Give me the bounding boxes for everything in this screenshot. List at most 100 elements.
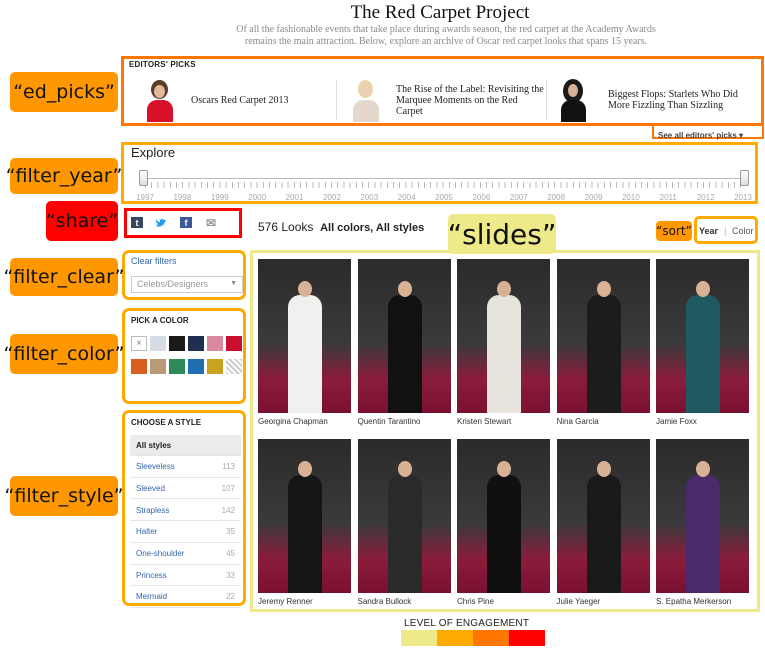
pick-label: Biggest Flops: Starlets Who Did More Fiz…	[608, 89, 738, 111]
style-option[interactable]: Sleeved 107	[130, 478, 241, 500]
slide-card[interactable]: Jeremy Renner	[258, 439, 351, 606]
pick-thumbnail	[145, 78, 175, 122]
timeline-start-handle[interactable]	[139, 170, 148, 186]
style-option-count: 35	[226, 527, 235, 537]
editors-pick-item[interactable]: Oscars Red Carpet 2013	[145, 78, 288, 122]
annotation-filter-style: “filter_style”	[5, 476, 123, 516]
slide-card[interactable]: Jamie Foxx	[656, 259, 749, 426]
annotation-slides: “slides”	[448, 214, 556, 254]
style-option[interactable]: Strapless 142	[130, 500, 241, 522]
timeline-year-label: 2006	[472, 193, 491, 202]
slide-photo	[656, 259, 749, 413]
color-swatch[interactable]	[188, 359, 204, 374]
color-swatch[interactable]: ×	[131, 336, 147, 351]
see-all-editors-picks-link[interactable]: See all editors' picks ▾	[658, 131, 743, 140]
slide-photo	[457, 439, 550, 593]
style-option[interactable]: All styles	[130, 435, 241, 456]
style-option[interactable]: Princess 33	[130, 565, 241, 587]
page-title: The Red Carpet Project	[350, 2, 530, 23]
style-option-label: Princess	[136, 570, 167, 580]
clear-filters-link[interactable]: Clear filters	[131, 256, 177, 266]
style-option[interactable]: One-shoulder 45	[130, 544, 241, 565]
color-swatch[interactable]	[226, 359, 242, 374]
color-swatch[interactable]	[131, 359, 147, 374]
style-option[interactable]: Halter 35	[130, 522, 241, 543]
slide-figure-head	[497, 281, 511, 297]
timeline-year-label: 2009	[584, 193, 603, 202]
slide-card[interactable]: Georgina Chapman	[258, 259, 351, 426]
color-swatch[interactable]	[188, 336, 204, 351]
twitter-icon[interactable]	[155, 217, 167, 228]
slide-card[interactable]: Nina Garcia	[556, 259, 650, 426]
email-icon[interactable]: ✉	[205, 216, 217, 230]
slide-photo	[357, 439, 451, 593]
timeline-year-label: 1999	[210, 193, 229, 202]
slide-figure-head	[696, 461, 710, 477]
slide-caption: Nina Garcia	[556, 417, 599, 426]
timeline-year-label: 2013	[734, 193, 752, 202]
slide-photo	[656, 439, 749, 593]
timeline-year-label: 2002	[322, 193, 341, 202]
timeline-year-label: 2011	[659, 193, 677, 202]
legend-swatch	[401, 630, 437, 646]
slide-figure	[288, 475, 322, 593]
sort-year-option[interactable]: Year	[699, 226, 718, 236]
style-option-label: One-shoulder	[136, 549, 185, 558]
slide-figure	[586, 475, 621, 593]
timeline-track	[145, 178, 743, 179]
slide-figure-head	[696, 281, 710, 297]
timeline-year-label: 1998	[173, 193, 192, 202]
timeline-year-label: 2005	[435, 193, 453, 202]
color-swatch[interactable]	[150, 336, 166, 351]
timeline-year-label: 2003	[360, 193, 379, 202]
slide-figure	[387, 295, 422, 413]
annotation-ed-picks: “ed_picks”	[10, 72, 118, 112]
color-swatch[interactable]	[207, 359, 223, 374]
timeline-end-handle[interactable]	[740, 170, 749, 186]
sort-separator: |	[724, 226, 727, 236]
slide-card[interactable]: Kristen Stewart	[457, 259, 550, 426]
slide-card[interactable]: Sandra Bullock	[357, 439, 451, 606]
pick-thumbnail	[558, 78, 588, 122]
slide-figure-head	[596, 281, 611, 297]
slide-figure-head	[298, 461, 312, 477]
color-swatch[interactable]	[226, 336, 242, 351]
slide-card[interactable]: Quentin Tarantino	[357, 259, 451, 426]
slide-caption: S. Epatha Merkerson	[656, 597, 732, 606]
style-option-label: Strapless	[136, 505, 170, 515]
slide-caption: Quentin Tarantino	[357, 417, 421, 426]
timeline-year-label: 2012	[696, 193, 715, 202]
editors-pick-item[interactable]: Biggest Flops: Starlets Who Did More Fiz…	[558, 78, 748, 122]
editors-pick-item[interactable]: The Rise of the Label: Revisiting the Ma…	[350, 78, 546, 122]
slide-card[interactable]: Julie Yaeger	[556, 439, 650, 606]
slide-card[interactable]: Chris Pine	[457, 439, 550, 606]
color-swatch[interactable]	[169, 336, 185, 351]
slide-figure	[686, 295, 720, 413]
style-option[interactable]: Mermaid 22	[130, 587, 241, 608]
chevron-down-icon: ▼	[230, 280, 237, 287]
slide-caption: Jamie Foxx	[656, 417, 697, 426]
slide-photo	[357, 259, 451, 413]
sort-color-option[interactable]: Color	[732, 226, 754, 236]
slide-caption: Chris Pine	[457, 597, 494, 606]
results-filters: All colors, All styles	[320, 222, 425, 234]
color-swatch[interactable]	[150, 359, 166, 374]
celebs-designers-select[interactable]: Celebs/Designers ▼	[131, 276, 243, 293]
slide-card[interactable]: S. Epatha Merkerson	[656, 439, 749, 606]
slide-photo	[556, 259, 650, 413]
slide-caption: Jeremy Renner	[258, 597, 313, 606]
choose-style-heading: CHOOSE A STYLE	[131, 418, 202, 427]
tumblr-icon[interactable]: t	[131, 217, 143, 228]
slide-figure-head	[397, 461, 412, 477]
slide-figure-head	[397, 281, 412, 297]
annotation-sort: “sort”	[656, 221, 692, 241]
facebook-icon[interactable]: f	[180, 217, 192, 228]
slide-figure	[487, 475, 521, 593]
legend-swatch	[473, 630, 509, 646]
color-swatch[interactable]	[207, 336, 223, 351]
color-swatch[interactable]	[169, 359, 185, 374]
style-option[interactable]: Sleeveless 113	[130, 457, 241, 478]
style-option-label: Mermaid	[136, 592, 168, 602]
slide-figure	[586, 295, 621, 413]
slide-caption: Georgina Chapman	[258, 417, 328, 426]
